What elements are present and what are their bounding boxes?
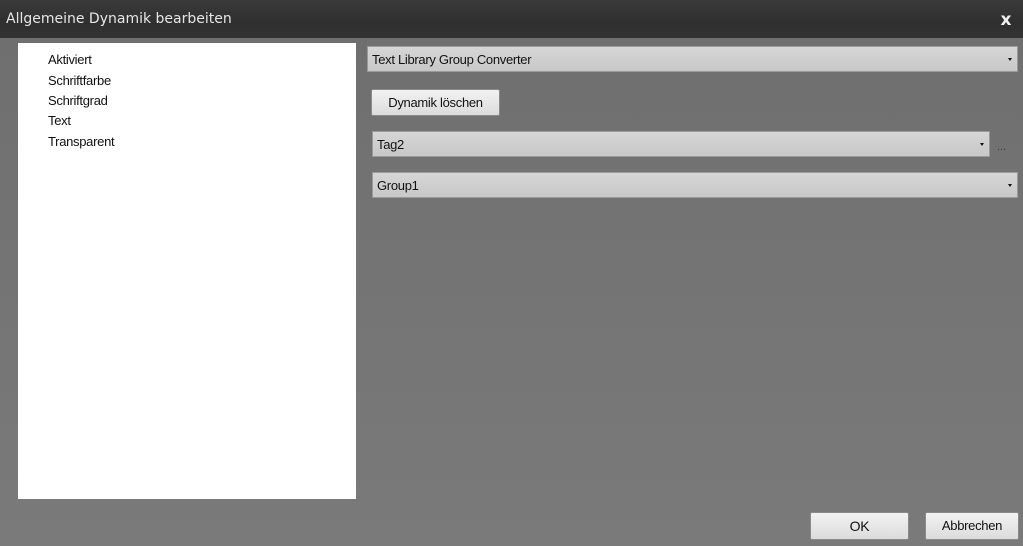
tag-dropdown[interactable]: Tag2 — [372, 131, 990, 157]
tree-item-aktiviert[interactable]: Aktiviert — [48, 52, 92, 67]
converter-dropdown[interactable]: Text Library Group Converter — [367, 46, 1018, 72]
tree-item-schriftgrad[interactable]: Schriftgrad — [48, 93, 108, 108]
tree-item-transparent[interactable]: Transparent — [48, 134, 115, 149]
chevron-down-icon — [1008, 58, 1012, 61]
tag-browse-button[interactable]: ... — [997, 141, 1006, 153]
dialog-window: Allgemeine Dynamik bearbeiten x Aktivier… — [0, 0, 1023, 546]
ok-button[interactable]: OK — [810, 512, 909, 540]
cancel-button[interactable]: Abbrechen — [925, 512, 1019, 540]
dialog-title: Allgemeine Dynamik bearbeiten — [6, 11, 232, 27]
title-bar: Allgemeine Dynamik bearbeiten x — [0, 0, 1023, 38]
converter-value: Text Library Group Converter — [372, 52, 532, 67]
property-tree: Aktiviert Schriftfarbe Schriftgrad Text … — [18, 43, 356, 499]
chevron-down-icon — [1008, 184, 1012, 187]
delete-dynamic-button[interactable]: Dynamik löschen — [371, 89, 500, 116]
tree-item-text[interactable]: Text — [48, 113, 71, 128]
chevron-down-icon — [980, 143, 984, 146]
tag-value: Tag2 — [377, 137, 404, 152]
group-dropdown[interactable]: Group1 — [372, 172, 1018, 198]
close-icon[interactable]: x — [998, 12, 1014, 29]
tree-item-schriftfarbe[interactable]: Schriftfarbe — [48, 73, 111, 88]
group-value: Group1 — [377, 178, 419, 193]
